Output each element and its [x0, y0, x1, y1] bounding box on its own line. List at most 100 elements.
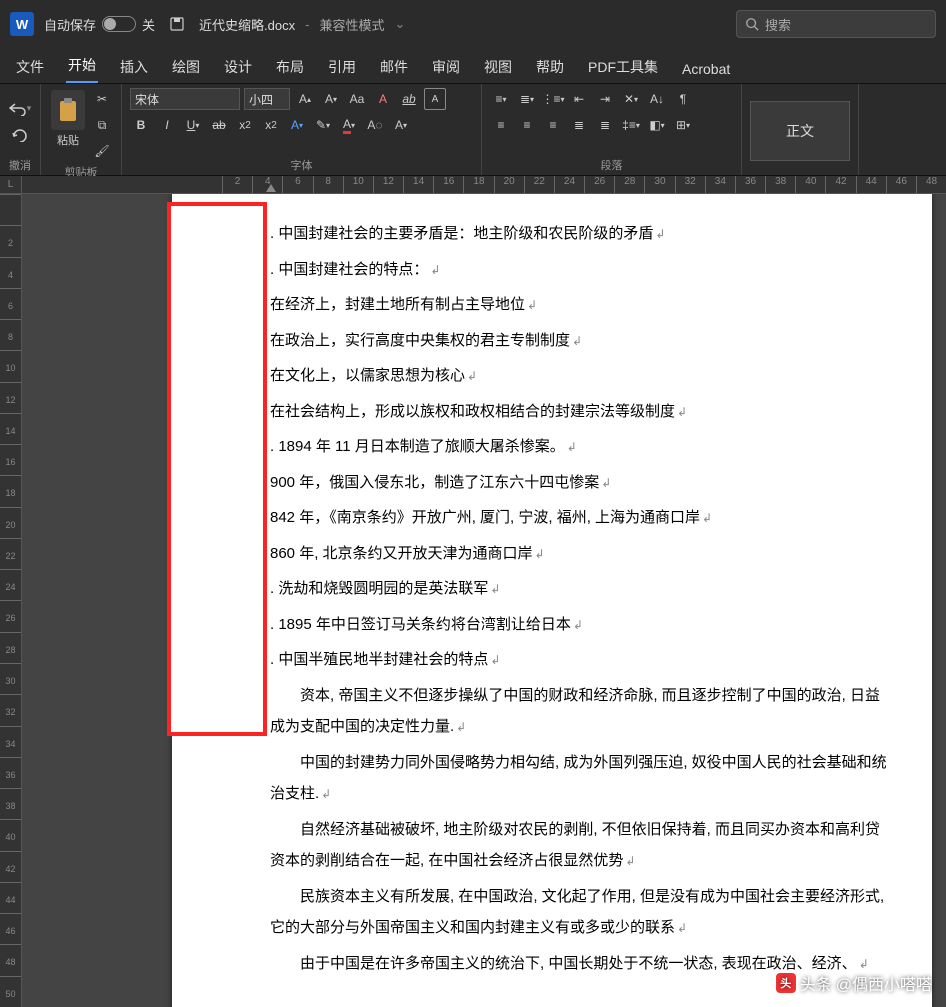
tab-help[interactable]: 帮助	[534, 51, 566, 83]
font-name-select[interactable]	[130, 88, 240, 110]
ruler-tick: 38	[0, 788, 21, 819]
multilevel-list-icon[interactable]: ⋮≡▾	[542, 88, 564, 110]
asian-layout-icon[interactable]: ✕▾	[620, 88, 642, 110]
chevron-down-icon[interactable]: ⌄	[394, 16, 405, 32]
highlight-icon[interactable]: ✎▾	[312, 114, 334, 136]
ruler-tick: 14	[403, 176, 433, 193]
document-line: 在政治上，实行高度中央集权的君主专制制度	[270, 325, 892, 357]
watermark-text: @偶西小嗒嗒	[836, 971, 932, 995]
paste-button[interactable]: 粘贴	[49, 88, 87, 150]
document-line: . 1895 年中日签订马关条约将台湾割让给日本	[270, 609, 892, 641]
tab-references[interactable]: 引用	[326, 51, 358, 83]
tab-pdf[interactable]: PDF工具集	[586, 51, 660, 83]
undo-icon[interactable]: ▾	[8, 98, 32, 120]
ribbon: ▾ 撤消 粘贴 ✂ ⧉ 🖌 剪贴板 A▴ A▾ Aa	[0, 84, 946, 176]
bold-icon[interactable]: B	[130, 114, 152, 136]
tab-home[interactable]: 开始	[66, 49, 98, 83]
tab-design[interactable]: 设计	[222, 51, 254, 83]
watermark-logo-icon: 头	[776, 973, 796, 993]
text-effects-icon[interactable]: A▾	[286, 114, 308, 136]
subscript-icon[interactable]: x2	[234, 114, 256, 136]
autosave-state: 关	[142, 15, 155, 34]
redo-icon[interactable]	[8, 124, 32, 146]
ruler-tick: 6	[0, 288, 21, 319]
undo-group: ▾ 撤消	[0, 84, 41, 175]
align-left-icon[interactable]: ≡	[490, 114, 512, 136]
ruler-tick: 34	[705, 176, 735, 193]
document-line: 842 年，《南京条约》开放广州, 厦门, 宁波, 福州, 上海为通商口岸	[270, 502, 892, 534]
strikethrough-icon[interactable]: ab	[208, 114, 230, 136]
character-border-icon[interactable]: A▾	[390, 114, 412, 136]
search-input[interactable]: 搜索	[736, 10, 936, 38]
title-bar: W 自动保存 关 近代史缩略.docx - 兼容性模式 ⌄ 搜索	[0, 0, 946, 48]
tab-draw[interactable]: 绘图	[170, 51, 202, 83]
ruler-tick: 8	[313, 176, 343, 193]
borders-icon[interactable]: ⊞▾	[672, 114, 694, 136]
document-line: 在社会结构上，形成以族权和政权相结合的封建宗法等级制度	[270, 396, 892, 428]
align-right-icon[interactable]: ≡	[542, 114, 564, 136]
enclose-char-icon[interactable]: A	[424, 88, 446, 110]
underline-icon[interactable]: U▾	[182, 114, 204, 136]
show-marks-icon[interactable]: ¶	[672, 88, 694, 110]
tab-mailings[interactable]: 邮件	[378, 51, 410, 83]
line-spacing-icon[interactable]: ‡≡▾	[620, 114, 642, 136]
ruler-tick: 30	[0, 663, 21, 694]
toggle-pill[interactable]	[102, 16, 136, 32]
ruler-tick: 46	[0, 913, 21, 944]
ruler-tick: 22	[0, 538, 21, 569]
font-group: A▴ A▾ Aa A ab A B I U▾ ab x2 x2 A▾ ✎▾ A▾…	[122, 84, 482, 175]
ruler-tick: 44	[856, 176, 886, 193]
autosave-toggle[interactable]: 自动保存 关	[44, 15, 155, 34]
change-case-icon[interactable]: Aa	[346, 88, 368, 110]
ruler-tick: 36	[0, 757, 21, 788]
grow-font-icon[interactable]: A▴	[294, 88, 316, 110]
indent-marker-icon[interactable]	[266, 184, 276, 192]
ruler-tick: 16	[0, 444, 21, 475]
tab-file[interactable]: 文件	[14, 51, 46, 83]
document-area[interactable]: . 中国封建社会的主要矛盾是：地主阶级和农民阶级的矛盾. 中国封建社会的特点：在…	[22, 194, 946, 1007]
font-color-icon[interactable]: A▾	[338, 114, 360, 136]
distributed-icon[interactable]: ≣	[594, 114, 616, 136]
document-line: 在经济上，封建土地所有制占主导地位	[270, 289, 892, 321]
compatibility-mode: 兼容性模式	[319, 15, 384, 34]
justify-icon[interactable]: ≣	[568, 114, 590, 136]
shrink-font-icon[interactable]: A▾	[320, 88, 342, 110]
cut-icon[interactable]: ✂	[91, 88, 113, 110]
ruler-corner: L	[0, 176, 22, 194]
increase-indent-icon[interactable]: ⇥	[594, 88, 616, 110]
vertical-ruler[interactable]: 2468101214161820222426283032343638404244…	[0, 194, 22, 1007]
ruler-tick: 18	[463, 176, 493, 193]
font-size-select[interactable]	[244, 88, 290, 110]
italic-icon[interactable]: I	[156, 114, 178, 136]
decrease-indent-icon[interactable]: ⇤	[568, 88, 590, 110]
shading-icon[interactable]: ◧▾	[646, 114, 668, 136]
tab-layout[interactable]: 布局	[274, 51, 306, 83]
tab-insert[interactable]: 插入	[118, 51, 150, 83]
ruler-tick: 22	[524, 176, 554, 193]
bullets-icon[interactable]: ≡▾	[490, 88, 512, 110]
tab-view[interactable]: 视图	[482, 51, 514, 83]
ruler-tick: 10	[343, 176, 373, 193]
document-line: . 1894 年 11 月日本制造了旅顺大屠杀惨案。	[270, 431, 892, 463]
document-line: . 中国封建社会的特点：	[270, 254, 892, 286]
save-icon[interactable]	[165, 13, 189, 35]
tab-acrobat[interactable]: Acrobat	[680, 55, 732, 83]
copy-icon[interactable]: ⧉	[91, 114, 113, 136]
character-shading-icon[interactable]: A◌	[364, 114, 386, 136]
ruler-tick: 48	[0, 944, 21, 975]
style-normal[interactable]: 正文	[750, 101, 850, 161]
ruler-tick: 30	[644, 176, 674, 193]
document-line: . 中国半殖民地半封建社会的特点	[270, 644, 892, 676]
horizontal-ruler[interactable]: 2468101214161820222426283032343638404244…	[22, 176, 946, 194]
numbering-icon[interactable]: ≣▾	[516, 88, 538, 110]
clear-format-icon[interactable]: ab	[398, 88, 420, 110]
tab-review[interactable]: 审阅	[430, 51, 462, 83]
document-line: 900 年，俄国入侵东北，制造了江东六十四屯惨案	[270, 467, 892, 499]
ruler-tick: 20	[494, 176, 524, 193]
format-painter-icon[interactable]: 🖌	[91, 140, 113, 162]
phonetic-guide-icon[interactable]: A	[372, 88, 394, 110]
superscript-icon[interactable]: x2	[260, 114, 282, 136]
sort-icon[interactable]: A↓	[646, 88, 668, 110]
watermark-prefix: 头条	[800, 971, 832, 995]
align-center-icon[interactable]: ≡	[516, 114, 538, 136]
